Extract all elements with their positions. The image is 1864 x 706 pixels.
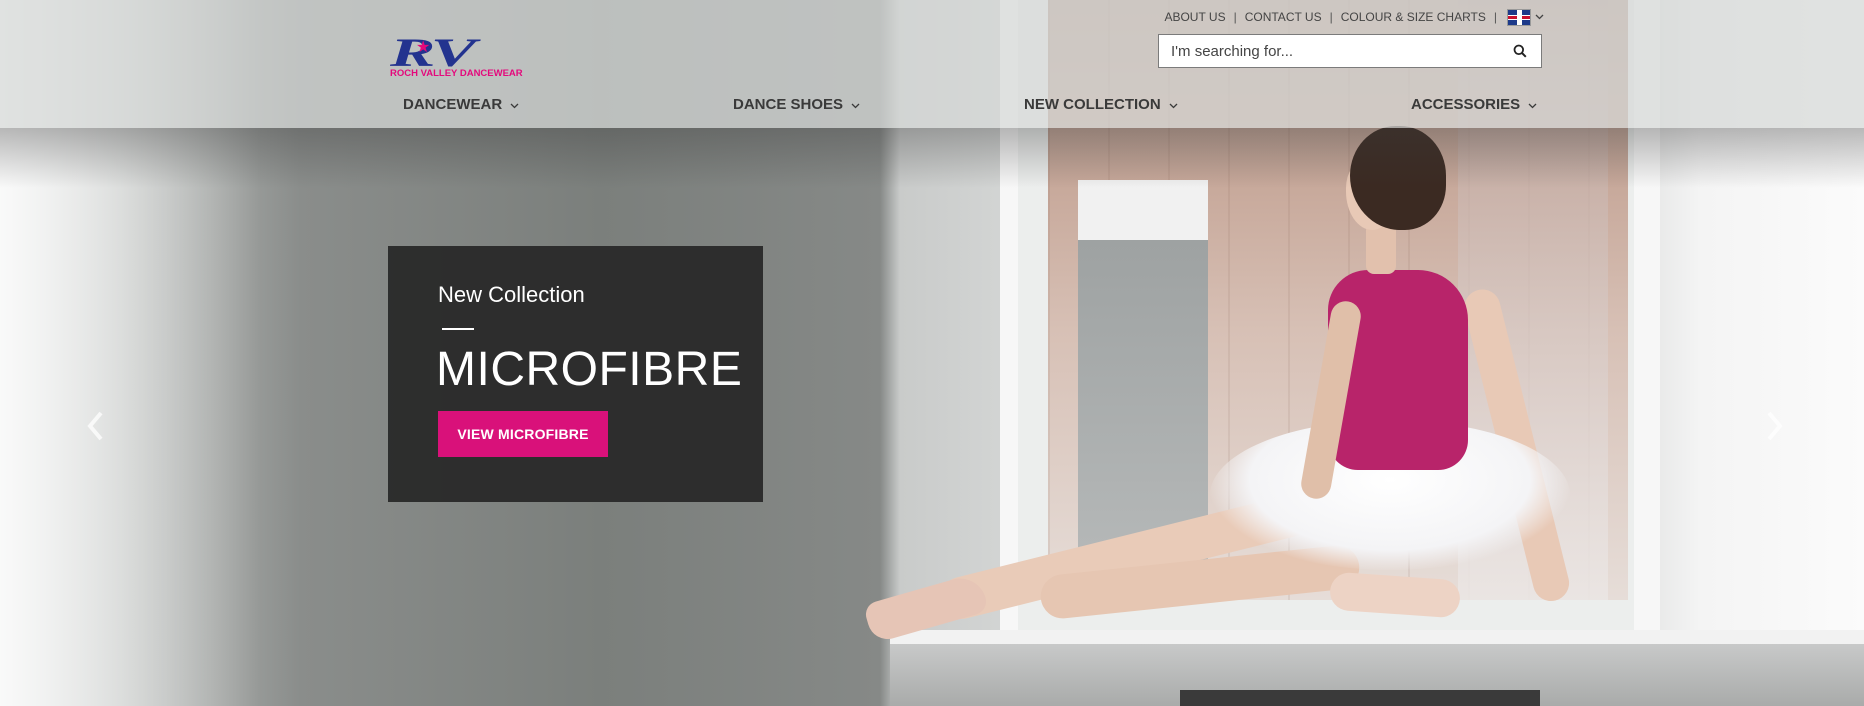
chevron-down-icon [1169,101,1178,112]
uk-flag-icon [1507,8,1531,26]
caption-divider [442,328,474,330]
search-box [1158,34,1542,68]
chevron-down-icon [1528,101,1537,112]
hero-kicker: New Collection [438,282,585,307]
hero-caption-box: New Collection MICROFIBRE VIEW MICROFIBR… [388,246,763,502]
contact-us-link[interactable]: CONTACT US [1245,10,1322,24]
nav-item-label: ACCESSORIES [1411,96,1521,113]
carousel-prev-button[interactable] [78,404,112,448]
pointe-shoe [862,572,990,644]
search-icon [1513,44,1527,58]
main-navigation: DANCEWEAR DANCE SHOES NEW COLLECTION ACC… [0,94,1864,120]
search-button[interactable] [1499,35,1541,67]
nav-item-label: NEW COLLECTION [1024,96,1161,113]
colour-size-charts-link[interactable]: COLOUR & SIZE CHARTS [1341,10,1486,24]
logo-star-icon: ★ [416,39,431,56]
nav-item-dancewear[interactable]: DANCEWEAR [403,96,519,113]
nav-item-accessories[interactable]: ACCESSORIES [1411,96,1537,113]
pointe-shoe [1328,571,1462,619]
about-us-link[interactable]: ABOUT US [1164,10,1225,24]
utility-links: ABOUT US | CONTACT US | COLOUR & SIZE CH… [1164,8,1544,26]
language-selector[interactable] [1505,8,1544,26]
nav-item-label: DANCE SHOES [733,96,844,113]
link-separator: | [1329,10,1333,24]
nav-item-label: DANCEWEAR [403,96,503,113]
logo-wordmark: ROCH VALLEY DANCEWEAR [390,68,523,79]
carousel-next-button[interactable] [1758,404,1792,448]
link-separator: | [1233,10,1237,24]
page: RV ★ ROCH VALLEY DANCEWEAR ABOUT US | CO… [0,0,1864,706]
chevron-down-icon [851,101,860,112]
header-shadow [0,128,1864,188]
ballet-dancer-figure [860,120,1700,680]
hero-headline: MICROFIBRE [436,343,743,396]
logo-letters: RV [390,38,476,68]
link-separator: | [1493,10,1497,24]
chevron-right-icon [1767,411,1783,441]
chevron-left-icon [87,411,103,441]
radiator [1180,690,1540,706]
site-header: RV ★ ROCH VALLEY DANCEWEAR ABOUT US | CO… [0,0,1864,128]
view-microfibre-button[interactable]: VIEW MICROFIBRE [438,411,608,457]
nav-item-dance-shoes[interactable]: DANCE SHOES [733,96,860,113]
search-input[interactable] [1159,35,1499,67]
roch-valley-logo[interactable]: RV ★ ROCH VALLEY DANCEWEAR [390,38,556,80]
chevron-down-icon [510,101,519,112]
nav-item-new-collection[interactable]: NEW COLLECTION [1024,96,1178,113]
chevron-down-icon [1535,12,1544,23]
